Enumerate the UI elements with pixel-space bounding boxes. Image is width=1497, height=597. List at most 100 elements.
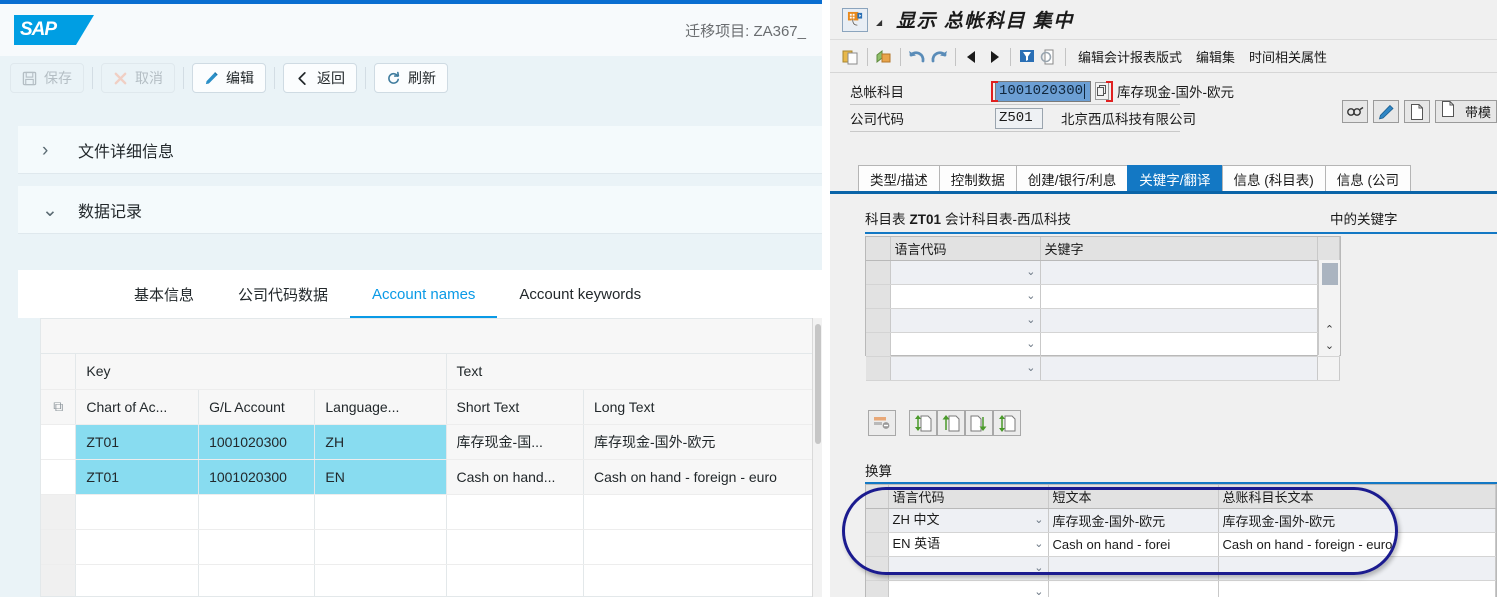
- column-gl-account[interactable]: G/L Account: [198, 389, 316, 425]
- edit-financial-statement-version-button[interactable]: 编辑会计报表版式: [1071, 47, 1189, 66]
- column-language[interactable]: Language...: [314, 389, 447, 425]
- transaction-menu-icon[interactable]: [842, 7, 868, 32]
- conversion-cell-language[interactable]: EN 英语 ⌄: [888, 532, 1049, 557]
- keywords-cell-language[interactable]: ⌄: [890, 260, 1041, 285]
- tab-company-code-data[interactable]: 公司代码数据: [216, 273, 350, 319]
- conversion-cell-long-text[interactable]: 库存现金-国外-欧元: [1218, 508, 1496, 533]
- chevron-down-icon[interactable]: ⌄: [1034, 533, 1043, 556]
- conversion-cell-language[interactable]: ⌄: [888, 580, 1049, 597]
- select-all-copy-icon[interactable]: ⧉: [41, 389, 77, 425]
- insert-up-down-icon[interactable]: [909, 410, 937, 436]
- keywords-cell-keyword[interactable]: [1040, 332, 1318, 357]
- chevron-down-icon[interactable]: ⌄: [1026, 261, 1035, 284]
- conversion-cell-long-text[interactable]: [1218, 556, 1496, 581]
- scrollbar-thumb[interactable]: [1321, 263, 1338, 285]
- conversion-column-short-text[interactable]: 短文本: [1048, 485, 1219, 509]
- edit-set-button[interactable]: 编辑集: [1189, 47, 1242, 66]
- section-file-details[interactable]: › 文件详细信息: [18, 126, 822, 174]
- conversion-cell-long-text[interactable]: [1218, 580, 1496, 597]
- column-chart-of-accounts[interactable]: Chart of Ac...: [75, 389, 200, 425]
- keywords-row[interactable]: ⌄: [866, 284, 1340, 309]
- chevron-down-icon[interactable]: ⌄: [1026, 309, 1035, 332]
- gui-tab-create-bank-interest[interactable]: 创建/银行/利息: [1015, 165, 1129, 191]
- chevron-down-icon[interactable]: ⌄: [1034, 557, 1043, 580]
- scroll-up-icon[interactable]: ⌃: [1325, 323, 1334, 339]
- keywords-cell-language[interactable]: ⌄: [890, 356, 1041, 381]
- conversion-row[interactable]: ⌄: [866, 556, 1496, 581]
- conversion-row[interactable]: EN 英语 ⌄ Cash on hand - forei Cash on hand…: [866, 532, 1496, 557]
- chevron-down-icon[interactable]: ⌄: [1026, 333, 1035, 356]
- conversion-column-long-text[interactable]: 总账科目长文本: [1218, 485, 1496, 509]
- keywords-column-language[interactable]: 语言代码: [890, 237, 1041, 261]
- menu-dropdown-caret-icon[interactable]: ◢: [876, 18, 882, 27]
- chevron-down-icon[interactable]: ⌄: [1026, 285, 1035, 308]
- conversion-cell-long-text[interactable]: Cash on hand - foreign - euro: [1218, 532, 1496, 557]
- conversion-cell-short-text[interactable]: Cash on hand - forei: [1048, 532, 1219, 557]
- redo-icon[interactable]: [928, 46, 950, 68]
- tab-account-names[interactable]: Account names: [350, 273, 498, 319]
- print-preview-icon[interactable]: [1038, 46, 1060, 68]
- keywords-row[interactable]: ⌄: [866, 356, 1340, 381]
- keywords-cell-keyword[interactable]: [1040, 260, 1318, 285]
- keywords-cell-language[interactable]: ⌄: [890, 308, 1041, 333]
- column-short-text[interactable]: Short Text: [446, 389, 585, 425]
- keywords-column-keyword[interactable]: 关键字: [1040, 237, 1318, 261]
- chevron-down-icon[interactable]: ⌄: [1034, 581, 1043, 597]
- next-icon[interactable]: [983, 46, 1005, 68]
- table-row-empty[interactable]: [41, 529, 822, 565]
- scroll-down-icon[interactable]: ⌄: [1325, 339, 1334, 355]
- row-selector[interactable]: [41, 424, 77, 460]
- table-row-empty[interactable]: [41, 494, 822, 530]
- keywords-row[interactable]: ⌄: [866, 308, 1340, 333]
- conversion-cell-language[interactable]: ⌄: [888, 556, 1049, 581]
- gui-tab-info-coa[interactable]: 信息 (科目表): [1221, 165, 1326, 191]
- keywords-row[interactable]: ⌄: [866, 260, 1340, 285]
- table-row-empty[interactable]: [41, 564, 822, 596]
- page-icon-1[interactable]: [1403, 100, 1430, 123]
- keywords-cell-language[interactable]: ⌄: [890, 332, 1041, 357]
- insert-up-icon[interactable]: [937, 410, 965, 436]
- gui-tab-keywords-translation[interactable]: 关键字/翻译: [1127, 165, 1223, 191]
- edit-button[interactable]: 编辑: [192, 63, 266, 93]
- keywords-cell-keyword[interactable]: [1040, 356, 1318, 381]
- grid-vertical-scrollbar[interactable]: [812, 318, 822, 597]
- conversion-cell-short-text[interactable]: [1048, 556, 1219, 581]
- conversion-cell-short-text[interactable]: 库存现金-国外-欧元: [1048, 508, 1219, 533]
- gl-account-input[interactable]: 1001020300: [995, 80, 1091, 102]
- scrollbar-thumb[interactable]: [815, 324, 821, 444]
- keywords-vertical-scrollbar[interactable]: ⌃ ⌄: [1318, 260, 1340, 355]
- refresh-button[interactable]: 刷新: [374, 63, 448, 93]
- tab-account-keywords[interactable]: Account keywords: [497, 273, 663, 319]
- save-button[interactable]: 保存: [10, 63, 84, 93]
- previous-icon[interactable]: [961, 46, 983, 68]
- company-code-input[interactable]: Z501: [995, 107, 1043, 129]
- copy-icon[interactable]: [873, 46, 895, 68]
- conversion-row[interactable]: ZH 中文 ⌄ 库存现金-国外-欧元 库存现金-国外-欧元: [866, 508, 1496, 533]
- search-compare-icon[interactable]: [1341, 100, 1368, 123]
- chevron-down-icon[interactable]: ⌄: [1026, 357, 1035, 380]
- gui-tab-info-company[interactable]: 信息 (公司: [1324, 165, 1412, 191]
- gui-tab-type-description[interactable]: 类型/描述: [858, 165, 940, 191]
- conversion-cell-short-text[interactable]: [1048, 580, 1219, 597]
- conversion-cell-language[interactable]: ZH 中文 ⌄: [888, 508, 1049, 533]
- section-data-records[interactable]: ⌄ 数据记录: [18, 186, 822, 234]
- undo-icon[interactable]: [906, 46, 928, 68]
- time-dependent-attributes-button[interactable]: 时间相关属性: [1242, 47, 1334, 66]
- table-row[interactable]: ZT01 1001020300 ZH 库存现金-国... 库存现金-国外-欧元: [41, 424, 822, 460]
- delete-row-icon[interactable]: [868, 410, 896, 436]
- edit-pencil-icon[interactable]: [1372, 100, 1399, 123]
- conversion-column-language[interactable]: 语言代码: [888, 485, 1049, 509]
- keywords-row[interactable]: ⌄: [866, 332, 1340, 357]
- tab-basic-info[interactable]: 基本信息: [112, 273, 216, 319]
- insert-down-icon[interactable]: [965, 410, 993, 436]
- chevron-down-icon[interactable]: ⌄: [1034, 509, 1043, 532]
- paste-icon[interactable]: [840, 46, 862, 68]
- keywords-cell-language[interactable]: ⌄: [890, 284, 1041, 309]
- back-button[interactable]: 返回: [283, 63, 357, 93]
- table-row[interactable]: ZT01 1001020300 EN Cash on hand... Cash …: [41, 459, 822, 495]
- conversion-row[interactable]: ⌄: [866, 580, 1496, 597]
- sort-updown-icon[interactable]: [993, 410, 1021, 436]
- gui-tab-control-data[interactable]: 控制数据: [938, 165, 1017, 191]
- keywords-cell-keyword[interactable]: [1040, 284, 1318, 309]
- cancel-button[interactable]: 取消: [101, 63, 175, 93]
